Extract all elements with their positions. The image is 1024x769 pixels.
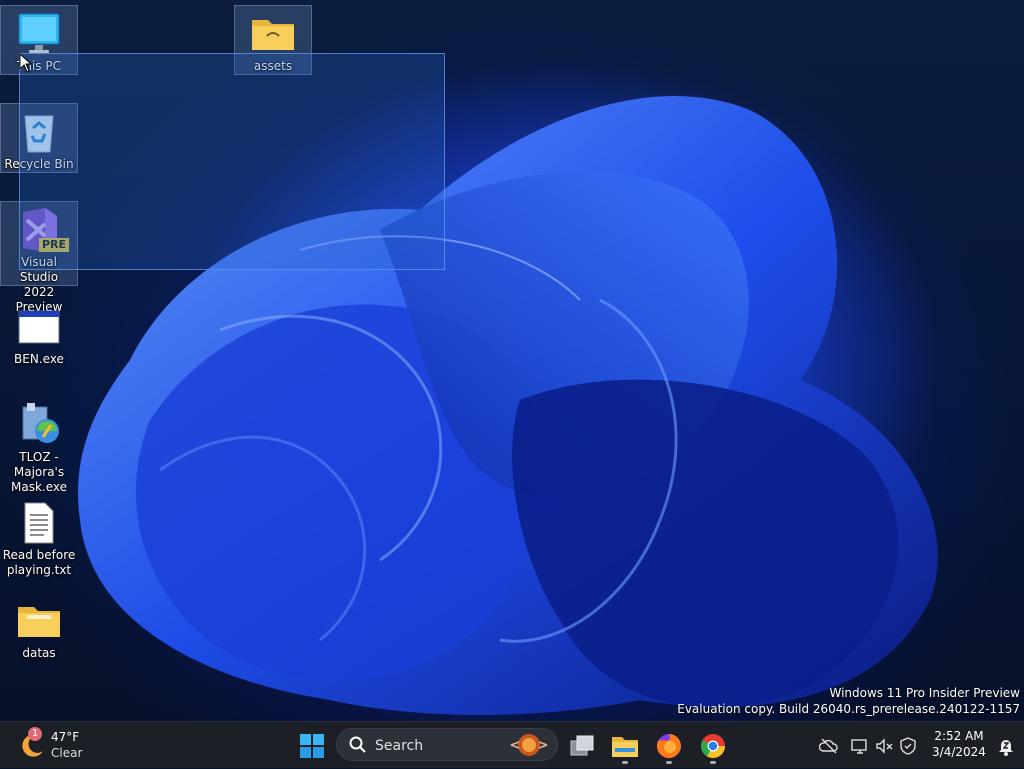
- file-explorer-button[interactable]: [607, 728, 643, 764]
- installer-icon: [15, 401, 63, 449]
- desktop-icon-read-before-playing[interactable]: Read before playing.txt: [0, 495, 78, 580]
- running-indicator: [710, 761, 716, 764]
- onedrive-offline-icon[interactable]: [819, 736, 839, 756]
- text-file-icon: [15, 499, 63, 547]
- start-button[interactable]: [294, 728, 330, 762]
- search-icon: [349, 736, 366, 753]
- volume-muted-icon[interactable]: [874, 736, 894, 756]
- notification-badge: 1: [28, 727, 42, 741]
- firefox-icon: [656, 734, 681, 758]
- running-indicator: [666, 761, 672, 764]
- search-input[interactable]: [373, 735, 507, 757]
- taskbar-search-box[interactable]: [336, 728, 558, 761]
- windows-logo-icon: [300, 734, 324, 758]
- monitor-icon: [15, 10, 63, 58]
- task-view-button[interactable]: [563, 728, 599, 762]
- weather-widget[interactable]: 1 47°F Clear: [14, 727, 94, 762]
- folder-icon: [249, 10, 297, 58]
- system-tray: 2:52 AM 3/4/2024: [816, 722, 1024, 769]
- desktop-icon-datas[interactable]: datas: [0, 593, 78, 663]
- clock-date: 3/4/2024: [932, 745, 986, 759]
- clock[interactable]: 2:52 AM 3/4/2024: [928, 728, 990, 760]
- desktop-icon-tloz-majoras-mask[interactable]: TLOZ - Majora's Mask.exe: [0, 397, 78, 495]
- window-app-icon: [15, 303, 63, 351]
- desktop-icon-label: Read before playing.txt: [2, 548, 76, 577]
- desktop-icon-label: TLOZ - Majora's Mask.exe: [10, 450, 67, 494]
- folder-icon: [15, 597, 63, 645]
- search-highlight-icon: [510, 734, 548, 756]
- desktop-icon-label: datas: [22, 646, 56, 660]
- notification-bell-icon[interactable]: [996, 736, 1016, 756]
- clock-time: 2:52 AM: [934, 729, 984, 743]
- watermark-line-1: Windows 11 Pro Insider Preview: [829, 686, 1020, 700]
- desktop[interactable]: This PC assets Recycle Bin PRE Visual St…: [0, 0, 1024, 721]
- security-shield-icon[interactable]: [898, 736, 918, 756]
- chrome-button[interactable]: [695, 728, 731, 764]
- desktop-icon-ben-exe[interactable]: BEN.exe: [0, 299, 78, 369]
- weather-condition: Clear: [51, 746, 83, 760]
- desktop-icon-label: BEN.exe: [14, 352, 64, 366]
- network-icon[interactable]: [850, 736, 870, 756]
- task-view-icon: [570, 735, 594, 756]
- weather-temperature: 47°F: [51, 730, 80, 744]
- evaluation-watermark: Windows 11 Pro Insider Preview Evaluatio…: [677, 685, 1020, 717]
- firefox-button[interactable]: [651, 728, 687, 764]
- mouse-cursor-icon: [19, 53, 33, 73]
- taskbar: 1 47°F Clear 2:52 AM 3/4/2024: [0, 721, 1024, 768]
- chrome-icon: [700, 734, 725, 759]
- file-explorer-icon: [612, 737, 638, 757]
- running-indicator: [622, 761, 628, 764]
- selection-rectangle: [19, 53, 445, 270]
- watermark-line-2: Evaluation copy. Build 26040.rs_prerelea…: [677, 702, 1020, 716]
